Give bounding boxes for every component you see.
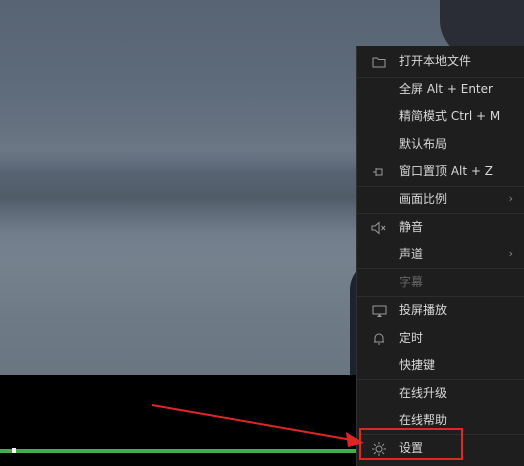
menu-item-mute[interactable]: 静音 bbox=[357, 214, 524, 241]
menu-item-label: 投屏播放 bbox=[399, 303, 448, 317]
pin-icon bbox=[371, 164, 387, 180]
menu-item-timer[interactable]: 定时 bbox=[357, 325, 524, 352]
menu-item-label: 声道 bbox=[399, 247, 424, 261]
menu-item-label: 快捷键 bbox=[399, 358, 436, 372]
menu-item-label: 设置 bbox=[399, 441, 424, 455]
menu-item-shortcuts[interactable]: 快捷键 bbox=[357, 352, 524, 379]
chevron-right-icon: › bbox=[508, 247, 513, 260]
menu-item-label: 画面比例 bbox=[399, 192, 448, 206]
mute-icon bbox=[371, 220, 387, 236]
context-menu: 打开本地文件 全屏 Alt + Enter 精简模式 Ctrl + M 默认布局… bbox=[356, 46, 524, 466]
menu-item-settings[interactable]: 设置 bbox=[357, 435, 524, 462]
menu-item-fullscreen[interactable]: 全屏 Alt + Enter bbox=[357, 76, 524, 103]
menu-item-audio-channel[interactable]: 声道 › bbox=[357, 241, 524, 268]
progress-knob[interactable] bbox=[12, 448, 16, 453]
menu-item-label: 在线升级 bbox=[399, 386, 448, 400]
menu-item-label: 定时 bbox=[399, 331, 424, 345]
menu-item-online-help[interactable]: 在线帮助 bbox=[357, 407, 524, 434]
menu-item-open-local-file[interactable]: 打开本地文件 bbox=[357, 48, 524, 75]
menu-item-label: 打开本地文件 bbox=[399, 54, 472, 68]
folder-icon bbox=[371, 54, 387, 70]
cast-icon bbox=[371, 303, 387, 319]
video-background-band bbox=[0, 165, 360, 235]
menu-item-label: 静音 bbox=[399, 220, 424, 234]
menu-item-label: 在线帮助 bbox=[399, 413, 448, 427]
menu-item-label: 全屏 Alt + Enter bbox=[399, 82, 493, 96]
menu-item-subtitles: 字幕 bbox=[357, 269, 524, 296]
menu-item-compact-mode[interactable]: 精简模式 Ctrl + M bbox=[357, 103, 524, 130]
menu-item-label: 字幕 bbox=[399, 275, 424, 289]
menu-item-window-on-top[interactable]: 窗口置顶 Alt + Z bbox=[357, 158, 524, 185]
progress-fill bbox=[0, 449, 357, 453]
menu-item-default-layout[interactable]: 默认布局 bbox=[357, 131, 524, 158]
chevron-right-icon: › bbox=[508, 192, 513, 205]
menu-item-label: 默认布局 bbox=[399, 137, 448, 151]
menu-item-label: 窗口置顶 Alt + Z bbox=[399, 164, 493, 178]
menu-item-cast-screen[interactable]: 投屏播放 bbox=[357, 297, 524, 324]
menu-item-online-upgrade[interactable]: 在线升级 bbox=[357, 380, 524, 407]
gear-icon bbox=[371, 441, 387, 457]
menu-item-label: 精简模式 Ctrl + M bbox=[399, 109, 501, 123]
menu-item-aspect-ratio[interactable]: 画面比例 › bbox=[357, 186, 524, 213]
bell-icon bbox=[371, 331, 387, 347]
